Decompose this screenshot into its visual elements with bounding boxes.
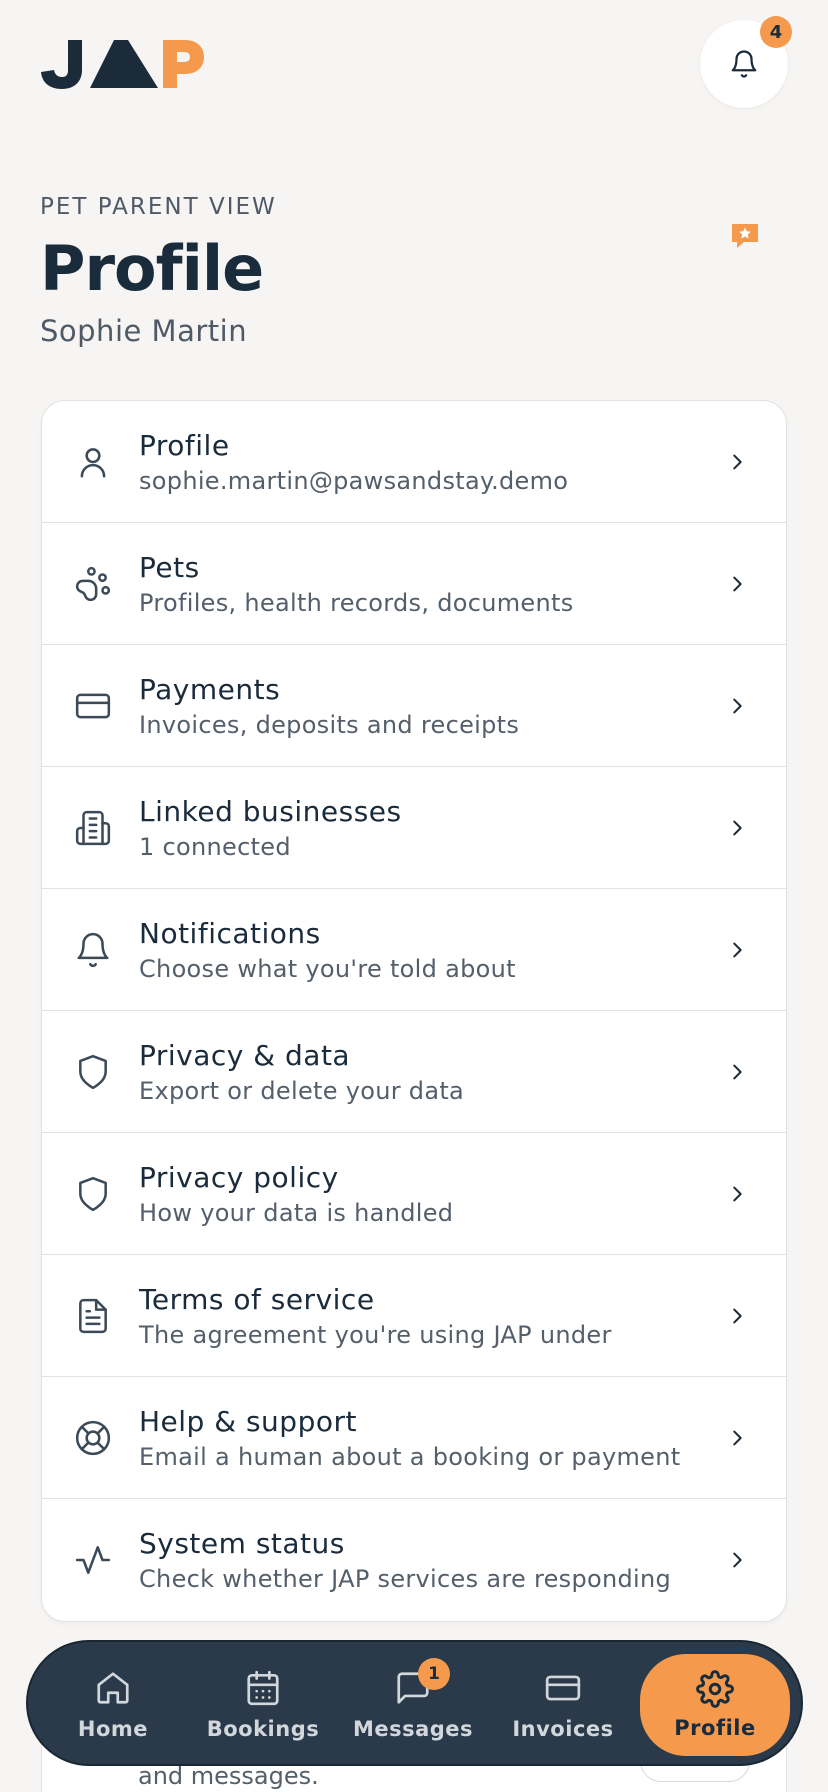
messages-count-badge: 1 [418, 1658, 450, 1690]
shield-icon [79, 1176, 107, 1212]
credit-card-icon [545, 1675, 581, 1701]
menu-item-privacy-policy[interactable]: Privacy policy How your data is handled [42, 1133, 786, 1255]
page-eyebrow: PET PARENT VIEW [40, 194, 277, 220]
menu-item-payments[interactable]: Payments Invoices, deposits and receipts [42, 645, 786, 767]
home-icon [97, 1672, 129, 1704]
chevron-right-icon [733, 1552, 742, 1568]
menu-item-linked-businesses[interactable]: Linked businesses 1 connected [42, 767, 786, 889]
menu-item-pets[interactable]: Pets Profiles, health records, documents [42, 523, 786, 645]
tab-label: Messages [352, 1717, 474, 1741]
menu-item-title: Help & support [139, 1405, 357, 1438]
tab-messages[interactable]: Messages [338, 1642, 488, 1768]
menu-item-subtitle: Invoices, deposits and receipts [139, 711, 520, 739]
paw-icon [75, 566, 111, 602]
chevron-right-icon [733, 1186, 742, 1202]
chevron-right-icon [733, 820, 742, 836]
menu-item-subtitle: The agreement you're using JAP under [139, 1321, 612, 1349]
menu-item-subtitle: Email a human about a booking or payment [139, 1443, 681, 1471]
page-title: Profile [40, 232, 264, 305]
user-name: Sophie Martin [40, 314, 248, 348]
notifications-count-badge: 4 [760, 16, 792, 48]
menu-item-system-status[interactable]: System status Check whether JAP services… [42, 1499, 786, 1621]
bell-icon [77, 932, 109, 968]
tab-label: Profile [674, 1716, 756, 1740]
menu-item-title: Terms of service [139, 1283, 375, 1316]
building-icon [75, 810, 111, 846]
menu-item-help-support[interactable]: Help & support Email a human about a boo… [42, 1377, 786, 1499]
settings-menu-card: Profile sophie.martin@pawsandstay.demo P… [41, 400, 787, 1622]
lifebuoy-icon [75, 1420, 111, 1456]
tab-invoices[interactable]: Invoices [488, 1642, 638, 1768]
menu-item-subtitle: How your data is handled [139, 1199, 454, 1227]
menu-item-title: Profile [139, 429, 230, 462]
credit-card-icon [75, 693, 111, 719]
jap-logo[interactable] [40, 38, 210, 90]
tab-bookings[interactable]: Bookings [188, 1642, 338, 1768]
tab-label: Home [77, 1717, 149, 1741]
bell-icon [731, 50, 757, 78]
tab-home[interactable]: Home [38, 1642, 188, 1768]
chevron-right-icon [733, 1430, 742, 1446]
menu-item-title: Privacy policy [139, 1161, 339, 1194]
bottom-tab-bar: Home Bookings Messages Invoices Profile [26, 1640, 803, 1766]
menu-item-subtitle: Profiles, health records, documents [139, 589, 574, 617]
chevron-right-icon [733, 1308, 742, 1324]
chevron-right-icon [733, 1064, 742, 1080]
feedback-star-icon[interactable] [730, 222, 760, 250]
calendar-icon [247, 1670, 279, 1706]
chevron-right-icon [733, 454, 742, 470]
chevron-right-icon [733, 942, 742, 958]
menu-item-title: Pets [139, 551, 200, 584]
user-icon [80, 448, 106, 478]
activity-icon [75, 1546, 111, 1574]
menu-item-title: Payments [139, 673, 281, 706]
menu-item-title: Privacy & data [139, 1039, 351, 1072]
menu-item-subtitle: Check whether JAP services are respondin… [139, 1565, 672, 1593]
tab-profile[interactable]: Profile [640, 1654, 790, 1756]
menu-item-title: Notifications [139, 917, 321, 950]
document-icon [79, 1298, 107, 1334]
menu-item-privacy-data[interactable]: Privacy & data Export or delete your dat… [42, 1011, 786, 1133]
tab-label: Invoices [512, 1717, 614, 1741]
menu-item-subtitle: sophie.martin@pawsandstay.demo [139, 467, 569, 495]
chevron-right-icon [733, 698, 742, 714]
tab-label: Bookings [206, 1717, 320, 1741]
gear-icon [696, 1670, 734, 1708]
menu-item-subtitle: 1 connected [139, 833, 291, 861]
menu-item-title: System status [139, 1527, 345, 1560]
menu-item-subtitle: Choose what you're told about [139, 955, 516, 983]
menu-item-notifications[interactable]: Notifications Choose what you're told ab… [42, 889, 786, 1011]
menu-item-title: Linked businesses [139, 795, 402, 828]
menu-item-profile[interactable]: Profile sophie.martin@pawsandstay.demo [42, 401, 786, 523]
chevron-right-icon [733, 576, 742, 592]
menu-item-subtitle: Export or delete your data [139, 1077, 465, 1105]
shield-icon [79, 1054, 107, 1090]
menu-item-terms[interactable]: Terms of service The agreement you're us… [42, 1255, 786, 1377]
